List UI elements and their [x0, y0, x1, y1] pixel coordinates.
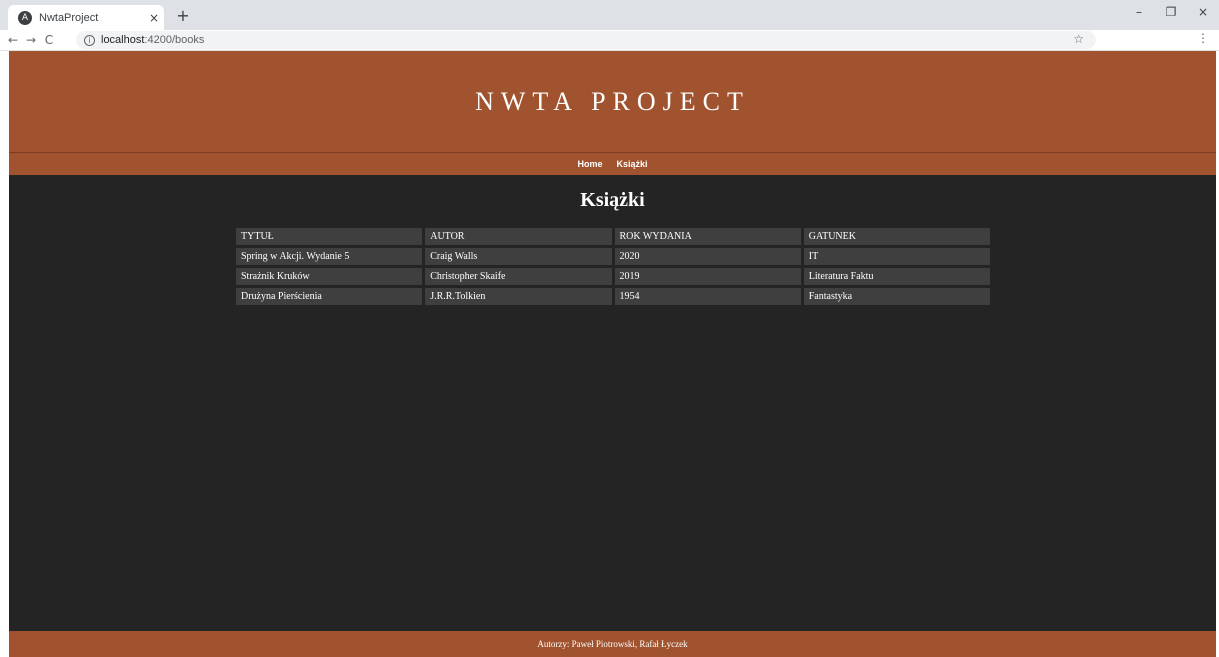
cell-author: J.R.R.Tolkien: [425, 288, 612, 305]
back-arrow-icon[interactable]: ←: [4, 31, 22, 49]
browser-menu-icon[interactable]: ⋮: [1197, 31, 1209, 45]
site-header: NWTA PROJECT: [9, 51, 1216, 152]
cell-year: 2020: [614, 248, 801, 265]
angular-favicon-icon: A: [18, 10, 32, 25]
table-row: Spring w Akcji. Wydanie 5 Craig Walls 20…: [236, 248, 990, 265]
restore-icon[interactable]: ❐: [1155, 0, 1187, 24]
footer-authors: Autorzy: Paweł Piotrowski, Rafał Łyczek: [537, 639, 688, 649]
cell-title: Strażnik Kruków: [236, 268, 423, 285]
site-footer: Autorzy: Paweł Piotrowski, Rafał Łyczek: [9, 631, 1216, 657]
new-tab-icon[interactable]: +: [172, 5, 194, 25]
browser-tab[interactable]: A NwtaProject ×: [8, 5, 164, 30]
forward-arrow-icon[interactable]: →: [22, 31, 40, 49]
column-header-author: AUTOR: [425, 228, 612, 245]
column-header-year: ROK WYDANIA: [614, 228, 801, 245]
cell-author: Christopher Skaife: [425, 268, 612, 285]
cell-year: 1954: [614, 288, 801, 305]
reload-icon[interactable]: C: [40, 31, 58, 49]
page-viewport: NWTA PROJECT Home Książki Książki TYTUŁ …: [9, 51, 1216, 657]
close-window-icon[interactable]: ×: [1187, 0, 1219, 24]
cell-year: 2019: [614, 268, 801, 285]
cell-author: Craig Walls: [425, 248, 612, 265]
nav-home-link[interactable]: Home: [577, 159, 602, 169]
cell-title: Spring w Akcji. Wydanie 5: [236, 248, 423, 265]
page-title: Książki: [580, 189, 645, 211]
books-table: TYTUŁ AUTOR ROK WYDANIA GATUNEK Spring w…: [233, 225, 993, 308]
url-host: localhost: [101, 34, 145, 46]
browser-toolbar: ← → C i localhost:4200/books ☆: [0, 30, 1219, 51]
column-header-genre: GATUNEK: [803, 228, 990, 245]
cell-title: Drużyna Pierścienia: [236, 288, 423, 305]
table-row: Strażnik Kruków Christopher Skaife 2019 …: [236, 268, 990, 285]
cell-genre: IT: [803, 248, 990, 265]
window-frame-left: [0, 51, 9, 657]
table-header-row: TYTUŁ AUTOR ROK WYDANIA GATUNEK: [236, 228, 990, 245]
tab-strip: A NwtaProject × + – ❐ ×: [0, 0, 1219, 30]
close-tab-icon[interactable]: ×: [144, 11, 164, 25]
cell-genre: Literatura Faktu: [803, 268, 990, 285]
site-title: NWTA PROJECT: [475, 86, 750, 116]
bookmark-star-icon[interactable]: ☆: [1073, 32, 1084, 46]
address-bar[interactable]: i localhost:4200/books ☆: [76, 31, 1096, 49]
tab-title: NwtaProject: [39, 11, 99, 24]
info-icon[interactable]: i: [84, 34, 95, 46]
nav-books-link[interactable]: Książki: [616, 159, 647, 169]
url-path: :4200/books: [144, 34, 205, 46]
url-text: localhost:4200/books: [101, 34, 204, 46]
table-row: Drużyna Pierścienia J.R.R.Tolkien 1954 F…: [236, 288, 990, 305]
main-nav: Home Książki: [9, 152, 1216, 175]
column-header-title: TYTUŁ: [236, 228, 423, 245]
window-controls: – ❐ ×: [1123, 0, 1219, 30]
cell-genre: Fantastyka: [803, 288, 990, 305]
minimize-icon[interactable]: –: [1123, 0, 1155, 24]
